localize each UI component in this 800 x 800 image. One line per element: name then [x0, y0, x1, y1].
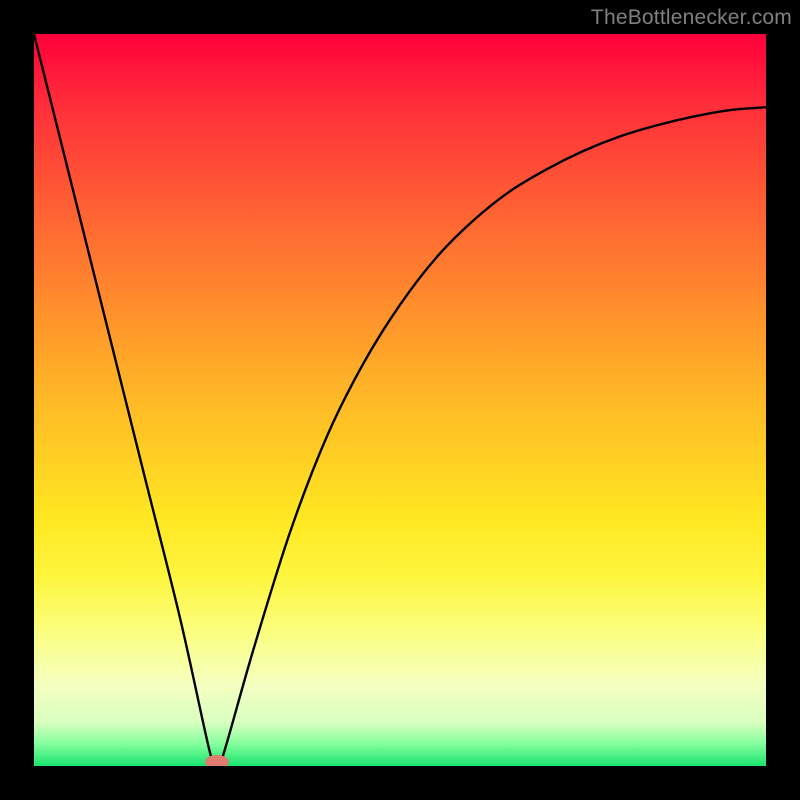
- minimum-marker: [205, 755, 229, 766]
- bottleneck-curve: [34, 34, 766, 766]
- chart-frame: TheBottlenecker.com: [0, 0, 800, 800]
- plot-area: [34, 34, 766, 766]
- watermark-text: TheBottlenecker.com: [591, 6, 792, 30]
- curve-svg: [34, 34, 766, 766]
